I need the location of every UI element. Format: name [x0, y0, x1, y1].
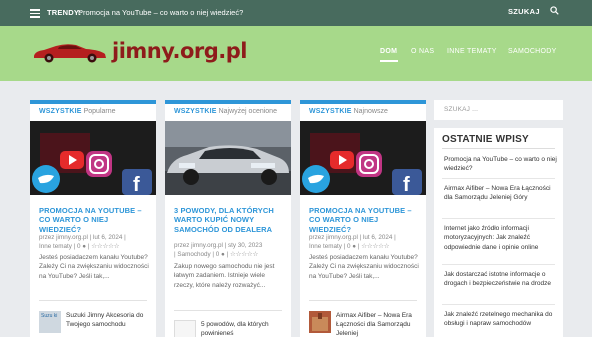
post-excerpt: Jesteś posiadaczem kanału Youtube? Zależ… — [39, 254, 149, 280]
column-category[interactable]: WSZYSTKIE — [309, 108, 352, 115]
car-dealer-thumbnail[interactable] — [165, 121, 291, 195]
post-meta: przez jimny.org.pl | lut 6, 2024 | Inne … — [309, 234, 396, 251]
svg-text:f: f — [133, 174, 140, 195]
related-post-title[interactable]: Suzuki Jimny Akcesoria do Twojego samoch… — [66, 312, 152, 330]
post-meta: przez jimny.org.pl | lut 6, 2024 | Inne … — [39, 234, 126, 251]
trendy-link[interactable]: Promocja na YouTube – co warto o niej wi… — [78, 8, 243, 17]
widget-title: OSTATNIE WPISY — [442, 134, 529, 145]
related-post-title[interactable]: Airmax Aifiber – Nowa Era Łączności dla … — [336, 312, 422, 337]
nav-other-topics[interactable]: INNE TEMATY — [447, 48, 497, 55]
divider — [174, 310, 282, 311]
recent-post-link[interactable]: Internet jako źródło informacji motoryza… — [444, 224, 558, 252]
trendy-label: TRENDY: — [47, 8, 82, 17]
column-category[interactable]: WSZYSTKIE — [174, 108, 217, 115]
site-logo-text[interactable]: jimny.org.pl — [112, 39, 248, 63]
post-column-newest: WSZYSTKIE Najnowsze f PROMOCJA NA YOUTUB… — [300, 100, 426, 337]
related-post-image[interactable] — [309, 311, 331, 333]
recent-post-link[interactable]: Jak dostarczać istotne informacje o drog… — [444, 270, 558, 289]
car-logo-icon[interactable] — [32, 40, 108, 64]
recent-post-link[interactable]: Jak znaleźć rzetelnego mechanika do obsł… — [444, 310, 558, 329]
search-button[interactable]: SZUKAJ — [508, 7, 540, 16]
column-sort[interactable]: Najwyżej ocenione — [219, 108, 277, 115]
column-header[interactable]: WSZYSTKIE Popularne — [30, 104, 156, 121]
post-title[interactable]: 3 POWODY, DLA KTÓRYCH WARTO KUPIĆ NOWY S… — [174, 206, 288, 234]
nav-active-underline — [380, 60, 398, 62]
related-post-image[interactable] — [174, 320, 196, 337]
menu-icon[interactable] — [30, 9, 40, 18]
top-bar: TRENDY: Promocja na YouTube – co warto o… — [0, 0, 592, 26]
post-title[interactable]: PROMOCJA NA YOUTUBE – CO WARTO O NIEJ WI… — [309, 206, 421, 234]
column-header[interactable]: WSZYSTKIE Najnowsze — [300, 104, 426, 121]
nav-about[interactable]: O NAS — [411, 48, 434, 55]
youtube-promo-thumbnail[interactable]: f — [30, 121, 156, 195]
post-title[interactable]: PROMOCJA NA YOUTUBE – CO WARTO O NIEJ WI… — [39, 206, 151, 234]
column-category[interactable]: WSZYSTKIE — [39, 108, 82, 115]
post-column-top-rated: WSZYSTKIE Najwyżej ocenione 3 POWODY, DL… — [165, 100, 291, 337]
column-sort[interactable]: Popularne — [84, 108, 116, 115]
divider — [39, 300, 147, 301]
column-header[interactable]: WSZYSTKIE Najwyżej ocenione — [165, 104, 291, 121]
column-sort[interactable]: Najnowsze — [354, 108, 388, 115]
sidebar-search-input[interactable]: SZUKAJ ... — [434, 100, 563, 120]
post-excerpt: Zakup nowego samochodu nie jest łatwym z… — [174, 263, 275, 289]
divider — [309, 300, 417, 301]
youtube-promo-thumbnail[interactable]: f — [300, 121, 426, 195]
nav-home[interactable]: DOM — [380, 48, 397, 55]
svg-text:f: f — [403, 174, 410, 195]
post-excerpt: Jesteś posiadaczem kanału Youtube? Zależ… — [309, 254, 419, 280]
recent-post-link[interactable]: Promocja na YouTube – co warto o niej wi… — [444, 155, 558, 174]
recent-posts-widget: OSTATNIE WPISY Promocja na YouTube – co … — [434, 128, 563, 337]
sidebar-search-placeholder: SZUKAJ ... — [444, 106, 479, 113]
related-post-title[interactable]: 5 powodów, dla których powinieneś — [201, 321, 287, 337]
search-icon[interactable] — [550, 6, 559, 15]
nav-cars[interactable]: SAMOCHODY — [508, 48, 557, 55]
related-post-image[interactable]: Suzu ki — [39, 311, 61, 333]
post-column-popular: WSZYSTKIE Popularne f PROMOCJA NA YOUTUB… — [30, 100, 156, 337]
post-meta: przez jimny.org.pl | sty 30, 2023 | Samo… — [174, 242, 263, 259]
site-header: jimny.org.pl DOM O NAS INNE TEMATY SAMOC… — [0, 26, 592, 81]
recent-post-link[interactable]: Airmax Aifiber – Nowa Era Łączności dla … — [444, 184, 558, 203]
